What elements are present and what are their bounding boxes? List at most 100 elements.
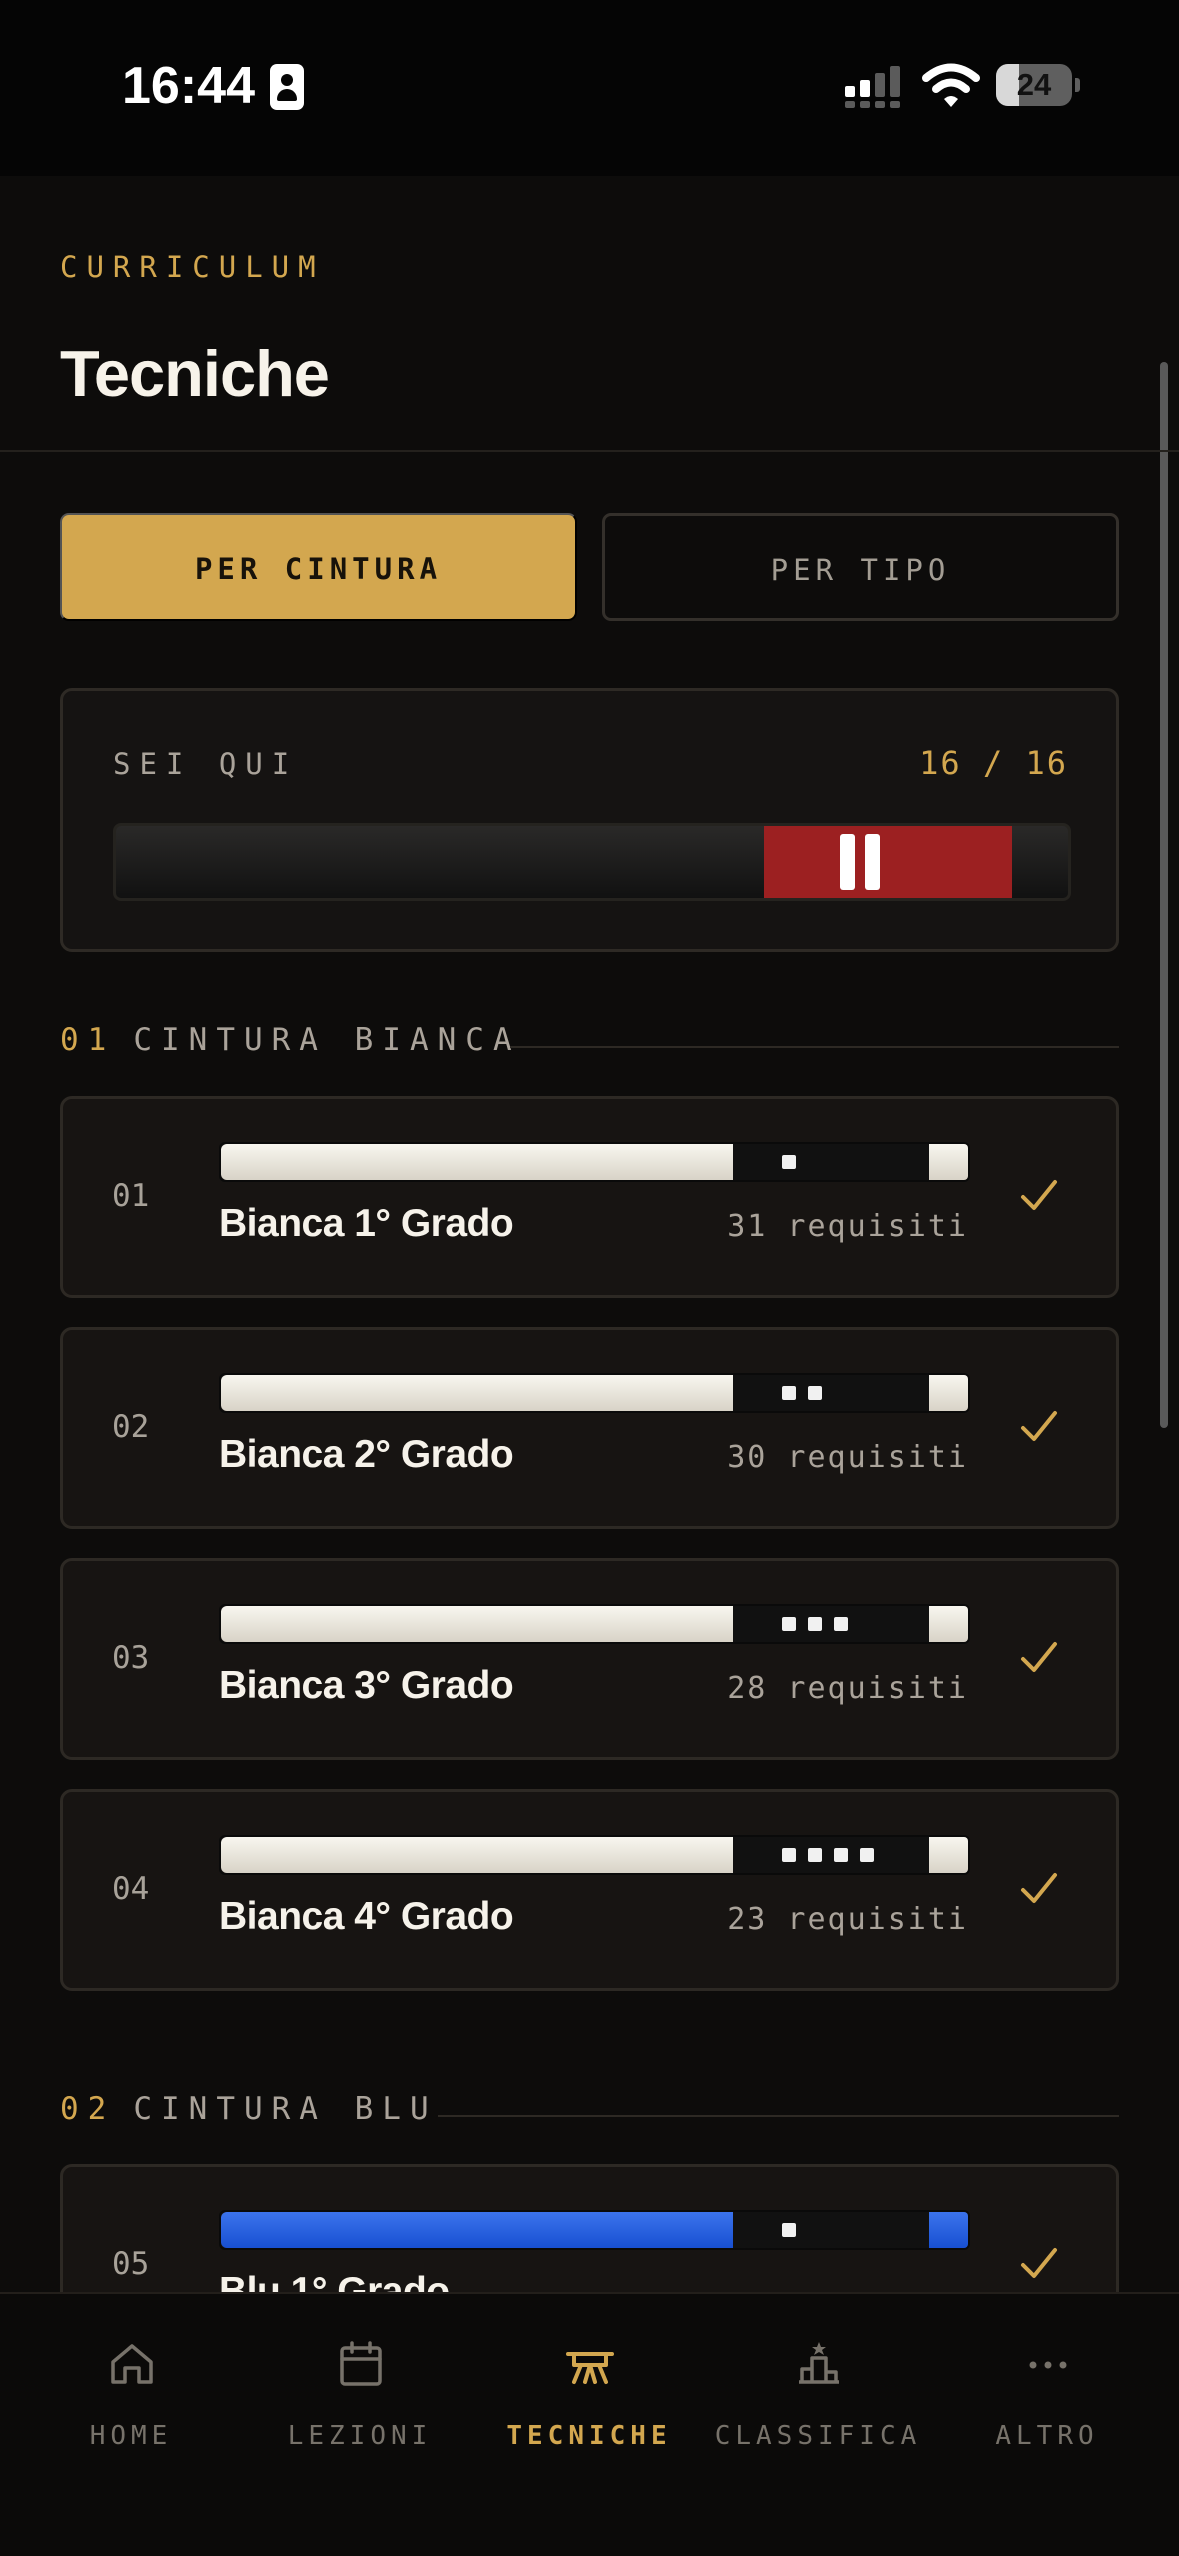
header-divider: [0, 450, 1179, 452]
requirements-count: 31 requisiti: [727, 1209, 968, 1244]
tab-home[interactable]: HOME: [17, 2294, 245, 2464]
belt-end: [929, 2212, 968, 2248]
page-eyebrow: CURRICULUM: [60, 250, 325, 284]
tab-ranking[interactable]: CLASSIFICA: [704, 2294, 932, 2464]
bottom-tab-bar: HOME LEZIONI TECNICHE CLASSIFICA ALTRO: [0, 2292, 1179, 2556]
rank-card-bianca-1[interactable]: 01 Bianca 1° Grado 31 requisiti: [60, 1096, 1119, 1298]
belt-stripe: [865, 834, 880, 890]
belt-degree-dot: [808, 1386, 822, 1400]
belt-body: [221, 1375, 733, 1411]
requirements-count: 23 requisiti: [727, 1902, 968, 1937]
white-belt-icon: [219, 1142, 970, 1182]
rank-card-bianca-3[interactable]: 03 Bianca 3° Grado 28 requisiti: [60, 1558, 1119, 1760]
by-belt-toggle-button[interactable]: PER CINTURA: [60, 513, 577, 621]
rank-name: Bianca 4° Grado: [219, 1895, 514, 1938]
rank-name: Bianca 2° Grado: [219, 1433, 514, 1476]
belt-rank-bar: [733, 1606, 929, 1642]
check-icon: [1021, 1180, 1057, 1210]
tab-label: CLASSIFICA: [714, 2421, 922, 2451]
belt-degree-dot: [834, 1848, 848, 1862]
check-icon: [1021, 1411, 1057, 1441]
rank-card-blu-1[interactable]: 05 Blu 1° Grado: [60, 2164, 1119, 2292]
belt-body: [221, 2212, 733, 2248]
rank-index: 02: [112, 1409, 150, 1445]
rank-index: 05: [112, 2246, 150, 2282]
rank-name: Blu 1° Grado: [219, 2270, 450, 2292]
belt-degree-dot: [782, 1386, 796, 1400]
current-belt-rank-bar: [764, 826, 1012, 898]
status-bar: 16:44 24: [0, 0, 1179, 176]
cellular-signal-icon: [845, 66, 900, 108]
section-title: CINTURA BLU: [133, 2091, 438, 2127]
rank-index: 01: [112, 1178, 150, 1214]
rank-card-bianca-2[interactable]: 02 Bianca 2° Grado 30 requisiti: [60, 1327, 1119, 1529]
techniques-icon: [566, 2352, 614, 2384]
blue-belt-icon: [219, 2210, 970, 2250]
section-number: 02: [60, 2091, 116, 2127]
page-title: Tecniche: [60, 337, 330, 410]
rank-name: Bianca 1° Grado: [219, 1202, 514, 1245]
check-icon: [1021, 1642, 1057, 1672]
belt-end: [929, 1144, 968, 1180]
white-belt-icon: [219, 1604, 970, 1644]
podium-icon: [799, 2342, 839, 2384]
by-type-toggle-button[interactable]: PER TIPO: [602, 513, 1119, 621]
requirements-count: 28 requisiti: [727, 1671, 968, 1706]
tab-label: ALTRO: [995, 2421, 1099, 2451]
tab-more[interactable]: ALTRO: [933, 2294, 1161, 2464]
rank-card-bianca-4[interactable]: 04 Bianca 4° Grado 23 requisiti: [60, 1789, 1119, 1991]
techniques-screen: CURRICULUM Tecniche PER CINTURA PER TIPO…: [0, 176, 1179, 2292]
section-header-white-belt: 01 CINTURA BIANCA: [60, 1022, 521, 1058]
belt-degree-dot: [782, 1848, 796, 1862]
section-title: CINTURA BIANCA: [133, 1022, 521, 1058]
calendar-icon: [340, 2341, 382, 2386]
belt-degree-dot: [808, 1617, 822, 1631]
belt-degree-dot: [860, 1848, 874, 1862]
more-icon: [1029, 2361, 1067, 2369]
tab-label: TECNICHE: [506, 2421, 672, 2451]
current-position-label: SEI QUI: [113, 747, 299, 781]
belt-rank-bar: [733, 1144, 929, 1180]
belt-degree-dot: [782, 1617, 796, 1631]
belt-body: [221, 1606, 733, 1642]
tab-lessons[interactable]: LEZIONI: [246, 2294, 474, 2464]
check-icon: [1021, 1873, 1057, 1903]
white-belt-icon: [219, 1835, 970, 1875]
battery-body: 24: [996, 64, 1072, 106]
status-time: 16:44: [122, 57, 255, 115]
belt-degree-dot: [782, 1155, 796, 1169]
scroll-indicator[interactable]: [1160, 362, 1168, 1428]
section-number: 01: [60, 1022, 116, 1058]
belt-body: [221, 1144, 733, 1180]
home-icon: [111, 2344, 153, 2384]
current-position-progress: 16 / 16: [919, 744, 1068, 782]
battery-icon: 24: [996, 62, 1080, 108]
belt-degree-dot: [808, 1848, 822, 1862]
requirements-count: 30 requisiti: [727, 1440, 968, 1475]
section-divider: [438, 2115, 1119, 2117]
current-position-card: SEI QUI 16 / 16: [60, 688, 1119, 952]
belt-stripe: [840, 834, 855, 890]
belt-degree-dot: [834, 1617, 848, 1631]
rank-index: 03: [112, 1640, 150, 1676]
belt-rank-bar: [733, 2212, 929, 2248]
tab-label: LEZIONI: [287, 2421, 433, 2451]
section-divider: [510, 1046, 1119, 1048]
check-icon: [1021, 2248, 1057, 2278]
section-header-blue-belt: 02 CINTURA BLU: [60, 2091, 438, 2127]
belt-degree-dot: [782, 2223, 796, 2237]
battery-percent: 24: [1016, 67, 1052, 102]
white-belt-icon: [219, 1373, 970, 1413]
rank-name: Bianca 3° Grado: [219, 1664, 514, 1707]
belt-end: [929, 1606, 968, 1642]
belt-end: [929, 1837, 968, 1873]
wifi-icon: [922, 63, 980, 107]
belt-body: [221, 1837, 733, 1873]
tab-techniques[interactable]: TECNICHE: [475, 2294, 703, 2464]
id-card-icon: [270, 64, 304, 110]
belt-end: [929, 1375, 968, 1411]
current-belt-indicator: [113, 823, 1071, 901]
rank-index: 04: [112, 1871, 150, 1907]
tab-label: HOME: [89, 2421, 173, 2451]
belt-rank-bar: [733, 1375, 929, 1411]
